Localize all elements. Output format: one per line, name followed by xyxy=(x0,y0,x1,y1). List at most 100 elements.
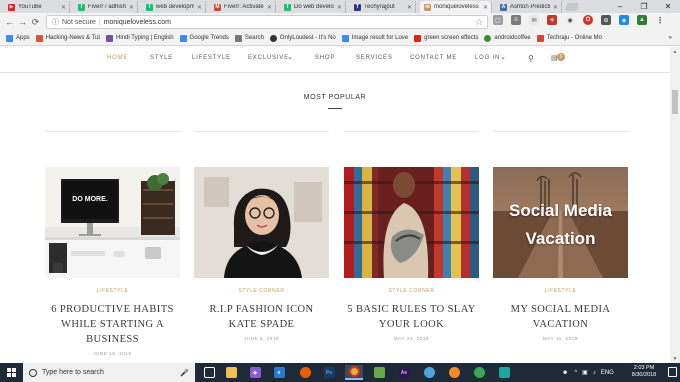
taskbar-after-effects[interactable]: Ae xyxy=(395,365,413,380)
extension-icon[interactable]: ▲ xyxy=(637,15,647,25)
taskbar-chrome[interactable] xyxy=(345,365,363,380)
close-tab-icon[interactable]: ✕ xyxy=(61,4,66,11)
menu-icon[interactable]: ⋮ xyxy=(655,15,665,25)
tab-youtube[interactable]: ▶ YouTube ✕ xyxy=(4,1,70,13)
info-icon[interactable]: ⓘ xyxy=(52,17,59,27)
extension-icon[interactable]: ◉ xyxy=(565,15,575,25)
bookmark-hacking-news[interactable]: Hacking-News & Tut xyxy=(35,34,100,42)
taskbar-app-orange[interactable] xyxy=(445,365,463,380)
opera-icon[interactable]: O xyxy=(583,15,593,25)
taskbar-file-explorer[interactable] xyxy=(222,365,240,380)
taskbar-app-blue[interactable] xyxy=(420,365,438,380)
post-title[interactable]: 6 PRODUCTIVE HABITS WHILE STARTING A BUS… xyxy=(45,302,180,347)
post-card[interactable]: DO MORE. LIFESTYLE 6 PRODUCTIVE HABITS W… xyxy=(45,167,180,356)
nav-style[interactable]: STYLE xyxy=(150,55,173,61)
extension-icon[interactable]: ≡ xyxy=(511,15,521,25)
extension-icon[interactable]: ✉ xyxy=(529,15,539,25)
search-icon[interactable]: ⚲ xyxy=(528,54,534,63)
forward-button[interactable]: → xyxy=(16,14,29,30)
post-category[interactable]: STYLE CORNER xyxy=(194,288,329,294)
taskbar-app-teal[interactable] xyxy=(495,365,513,380)
tab-do-web-develop[interactable]: f Do web develop ✕ xyxy=(280,1,346,13)
close-window-button[interactable]: ✕ xyxy=(656,0,680,13)
close-tab-icon[interactable]: ✕ xyxy=(483,4,488,11)
tab-web-development[interactable]: f web developme ✕ xyxy=(142,1,206,13)
network-icon[interactable]: ▣ xyxy=(582,369,588,376)
tab-techyrajput[interactable]: T Techyrajput ✕ xyxy=(350,1,416,13)
post-category[interactable]: LIFESTYLE xyxy=(45,288,180,294)
maximize-button[interactable]: ❐ xyxy=(632,0,656,13)
scroll-down-arrow[interactable]: ▼ xyxy=(670,354,680,363)
nav-shop[interactable]: SHOP xyxy=(315,55,335,61)
nav-services[interactable]: SERVICES xyxy=(356,55,393,61)
people-icon[interactable]: ☻ xyxy=(562,370,568,376)
taskbar-installer[interactable] xyxy=(370,365,388,380)
new-tab-button[interactable] xyxy=(564,3,580,11)
close-tab-icon[interactable]: ✕ xyxy=(337,4,342,11)
post-card[interactable]: STYLE CORNER R.I.P FASHION ICON KATE SPA… xyxy=(194,167,329,341)
post-thumbnail-portrait[interactable] xyxy=(194,167,329,278)
taskbar-search-input[interactable]: Type here to search 🎤 xyxy=(23,363,195,382)
bookmark-green-screen[interactable]: green screen effects xyxy=(414,34,478,42)
tab-moniqueloveless[interactable]: m moniqueloveless ✕ xyxy=(420,1,492,13)
address-bar[interactable]: ⓘ Not secure | moniqueloveless.com ☆ xyxy=(46,15,488,29)
notifications-icon[interactable] xyxy=(668,367,677,377)
post-thumbnail-fashion[interactable] xyxy=(344,167,479,278)
nav-exclusive[interactable]: EXCLUSIVE xyxy=(248,55,289,61)
taskbar-visual-studio[interactable]: ◆ xyxy=(246,365,264,380)
post-category[interactable]: STYLE CORNER xyxy=(344,288,479,294)
extension-icon[interactable]: ▢ xyxy=(493,15,503,25)
bookmark-search[interactable]: Search xyxy=(234,34,264,42)
taskbar-app-green[interactable] xyxy=(470,365,488,380)
bookmark-google-trends[interactable]: Google Trends xyxy=(179,34,229,42)
close-tab-icon[interactable]: ✕ xyxy=(197,4,202,11)
close-tab-icon[interactable]: ✕ xyxy=(129,4,134,11)
close-tab-icon[interactable]: ✕ xyxy=(553,4,558,11)
extension-icon[interactable]: ✳ xyxy=(547,15,557,25)
post-title[interactable]: R.I.P FASHION ICON KATE SPADE xyxy=(194,302,329,332)
bookmark-apps[interactable]: Apps xyxy=(6,34,30,42)
tab-fiverr-adhish[interactable]: f Fiverr / adhish ✕ xyxy=(74,1,138,13)
task-view-button[interactable] xyxy=(200,365,218,380)
reload-button[interactable]: ⟳ xyxy=(29,14,42,30)
scroll-up-arrow[interactable]: ▲ xyxy=(670,47,680,56)
post-thumbnail-workspace[interactable]: DO MORE. xyxy=(45,167,180,278)
extension-icon[interactable]: ◈ xyxy=(619,15,629,25)
url-text: moniqueloveless.com xyxy=(103,18,171,26)
taskbar-photoshop[interactable]: Ps xyxy=(320,365,338,380)
taskbar-edge[interactable]: e xyxy=(270,365,288,380)
bookmarks-overflow-button[interactable]: » xyxy=(669,35,672,41)
bookmark-techraju[interactable]: Techraju - Online Mo xyxy=(536,34,602,42)
post-title[interactable]: MY SOCIAL MEDIA VACATION xyxy=(493,302,628,332)
taskbar-clock[interactable]: 2:03 PM 8/30/2018 xyxy=(624,365,664,379)
microphone-icon[interactable]: 🎤 xyxy=(180,369,189,377)
scrollbar-thumb[interactable] xyxy=(672,90,678,114)
post-title[interactable]: 5 BASIC RULES TO SLAY YOUR LOOK xyxy=(344,302,479,332)
taskbar-firefox[interactable] xyxy=(296,365,314,380)
nav-home[interactable]: HOME xyxy=(107,55,128,61)
close-tab-icon[interactable]: ✕ xyxy=(267,4,272,11)
post-card[interactable]: Social Media Vacation LIFESTYLE MY SOCIA… xyxy=(493,167,628,341)
nav-log-in[interactable]: LOG IN xyxy=(475,55,500,61)
bookmark-hindi-typing[interactable]: Hindi Typing | English xyxy=(106,34,174,42)
language-indicator[interactable]: ENG xyxy=(601,370,614,376)
back-button[interactable]: ← xyxy=(3,14,16,30)
minimize-button[interactable]: – xyxy=(608,0,632,13)
tab-fiverr-activate[interactable]: M Fiverr: Activate ✕ xyxy=(210,1,276,13)
nav-lifestyle[interactable]: LIFESTYLE xyxy=(192,55,231,61)
bookmark-image-result[interactable]: Image result for Love xyxy=(341,34,408,42)
close-tab-icon[interactable]: ✕ xyxy=(407,4,412,11)
start-button[interactable] xyxy=(0,363,22,382)
post-category[interactable]: LIFESTYLE xyxy=(493,288,628,294)
post-thumbnail-road[interactable]: Social Media Vacation xyxy=(493,167,628,278)
bookmark-androidcoffee[interactable]: androidcoffee xyxy=(484,34,531,42)
tab-ashton-prediction[interactable]: A Ashton Predictio ✕ xyxy=(496,1,562,13)
volume-icon[interactable]: ♪ xyxy=(593,370,596,376)
show-hidden-icons[interactable]: ^ xyxy=(574,370,577,376)
post-card[interactable]: STYLE CORNER 5 BASIC RULES TO SLAY YOUR … xyxy=(344,167,479,341)
bookmark-star-icon[interactable]: ☆ xyxy=(475,17,483,28)
nav-contact-me[interactable]: CONTACT ME xyxy=(410,55,457,61)
system-tray: ☻ ^ ▣ ♪ ENG xyxy=(562,363,614,382)
extension-icon[interactable]: ⊙ xyxy=(601,15,611,25)
bookmark-onlyloudest[interactable]: OnlyLoudest - It's No xyxy=(269,34,336,42)
